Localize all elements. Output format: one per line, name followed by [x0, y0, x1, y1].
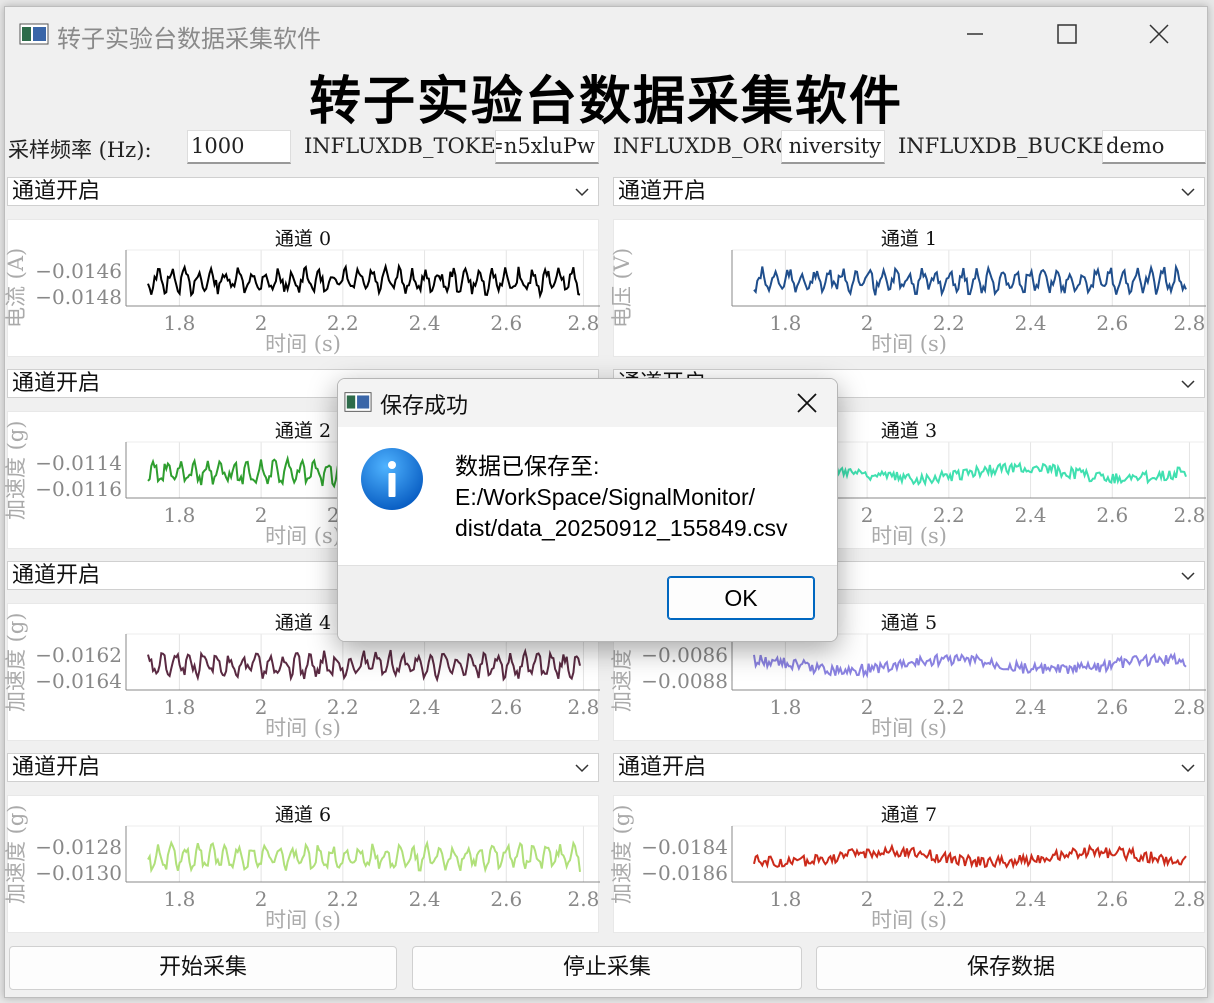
x-axis-label: 时间 (s) — [265, 908, 341, 932]
dialog-title: 保存成功 — [380, 394, 469, 419]
channel-1-select[interactable]: 通道开启 — [613, 177, 1205, 206]
channel-select-label: 通道开启 — [12, 755, 101, 780]
y-axis-label: 加速度 (g) — [4, 804, 28, 904]
maximize-button[interactable] — [1037, 13, 1097, 55]
stop-button[interactable]: 停止采集 — [412, 946, 802, 990]
channel-7-select[interactable]: 通道开启 — [613, 753, 1205, 782]
ok-button[interactable]: OK — [667, 576, 815, 620]
channel-6-plot: 通道 6 −0.0128 −0.0130 1.8 2 2.2 2.4 2.6 2.8 加速度 (g… — [4, 795, 600, 933]
channel-select-label: 通道开启 — [12, 371, 101, 396]
signal-trace — [753, 843, 1187, 870]
save-button[interactable]: 保存数据 — [816, 946, 1206, 990]
dialog-message-line2: E:/WorkSpace/SignalMonitor/ — [455, 484, 755, 510]
token-label: INFLUXDB_TOKEN: — [304, 134, 521, 158]
y-tick-label: −0.0086 — [641, 643, 728, 667]
org-label: INFLUXDB_ORG: — [613, 134, 800, 158]
y-tick-label: −0.0164 — [35, 669, 122, 693]
dialog-close-button[interactable] — [787, 385, 827, 421]
bucket-input[interactable]: demo — [1102, 130, 1206, 164]
y-tick-label: −0.0088 — [641, 669, 728, 693]
bucket-label: INFLUXDB_BUCKET: — [898, 134, 1129, 158]
channel-0-select[interactable]: 通道开启 — [7, 177, 599, 206]
chevron-down-icon — [575, 188, 589, 197]
signal-trace — [147, 647, 581, 683]
config-row: 采样频率 (Hz): 1000 INFLUXDB_TOKEN: n5xluPw=… — [5, 128, 1207, 166]
x-axis-label: 时间 (s) — [871, 908, 947, 932]
signal-trace — [147, 262, 581, 300]
app-icon — [19, 23, 49, 45]
start-button[interactable]: 开始采集 — [9, 946, 397, 990]
token-input[interactable]: n5xluPw== — [495, 130, 599, 164]
channel-0-plot: 通道 0 −0.0146 −0.0148 1.8 2 2.2 2.4 2.6 2.8 电流 (A)… — [4, 219, 600, 357]
y-tick-label: −0.0184 — [641, 835, 728, 859]
chevron-down-icon — [1181, 572, 1195, 581]
dialog-body: 数据已保存至: E:/WorkSpace/SignalMonitor/ dist… — [338, 427, 837, 565]
minimize-button[interactable] — [945, 13, 1005, 55]
close-button[interactable] — [1129, 13, 1189, 55]
x-axis-label: 时间 (s) — [871, 332, 947, 356]
dialog-message-line1: 数据已保存至: — [455, 453, 600, 479]
chevron-down-icon — [1181, 188, 1195, 197]
maximize-icon — [1057, 24, 1077, 44]
freq-input[interactable]: 1000 — [187, 130, 291, 164]
close-icon — [797, 393, 817, 413]
y-axis-label: 加速度 (g) — [610, 804, 634, 904]
channel-select-label: 通道开启 — [618, 755, 707, 780]
signal-trace — [147, 839, 581, 874]
save-success-dialog: 保存成功 数据已保存至: E:/WorkSpace/SignalMonitor/… — [337, 378, 838, 642]
dialog-message-line3: dist/data_20250912_155849.csv — [455, 515, 788, 541]
y-tick-label: −0.0130 — [35, 861, 122, 885]
window-title: 转子实验台数据采集软件 — [57, 25, 321, 53]
close-icon — [1149, 24, 1169, 44]
x-axis-label: 时间 (s) — [265, 332, 341, 356]
dialog-footer: OK — [338, 565, 837, 641]
title-bar: 转子实验台数据采集软件 — [5, 7, 1207, 61]
info-icon — [361, 448, 423, 510]
freq-label: 采样频率 (Hz): — [8, 138, 152, 162]
y-tick-label: −0.0148 — [35, 285, 122, 309]
channel-select-label: 通道开启 — [12, 179, 101, 204]
y-axis-label: 加速度 (g) — [4, 612, 28, 712]
channel-select-label: 通道开启 — [618, 179, 707, 204]
channel-6-select[interactable]: 通道开启 — [7, 753, 599, 782]
channel-1-plot: 通道 1 1.8 2 2.2 2.4 2.6 2.8 电压 (V) 时间 (s) — [610, 219, 1206, 357]
x-axis-label: 时间 (s) — [265, 716, 341, 740]
x-axis-label: 时间 (s) — [871, 716, 947, 740]
y-tick-label: −0.0186 — [641, 861, 728, 885]
channel-7-plot: 通道 7 −0.0184 −0.0186 1.8 2 2.2 2.4 2.6 2.8 加速度 (g… — [610, 795, 1206, 933]
y-tick-label: −0.0162 — [35, 643, 122, 667]
chevron-down-icon — [1181, 380, 1195, 389]
y-tick-label: −0.0146 — [35, 259, 122, 283]
dialog-title-bar: 保存成功 — [338, 379, 837, 427]
y-tick-label: −0.0128 — [35, 835, 122, 859]
chevron-down-icon — [575, 764, 589, 773]
y-axis-label: 加速度 (g) — [4, 420, 28, 520]
minimize-icon — [967, 33, 983, 35]
y-axis-label: 电压 (V) — [610, 247, 634, 328]
y-tick-label: −0.0114 — [35, 451, 122, 475]
y-axis-label: 电流 (A) — [4, 247, 28, 328]
chevron-down-icon — [1181, 764, 1195, 773]
signal-trace — [753, 651, 1187, 679]
signal-trace — [753, 263, 1187, 298]
channel-select-label: 通道开启 — [12, 563, 101, 588]
page-heading: 转子实验台数据采集软件 — [308, 71, 903, 132]
dialog-message: 数据已保存至: E:/WorkSpace/SignalMonitor/ dist… — [455, 451, 788, 544]
app-icon — [344, 392, 372, 412]
y-tick-label: −0.0116 — [35, 477, 122, 501]
org-input[interactable]: niversity — [781, 130, 885, 164]
